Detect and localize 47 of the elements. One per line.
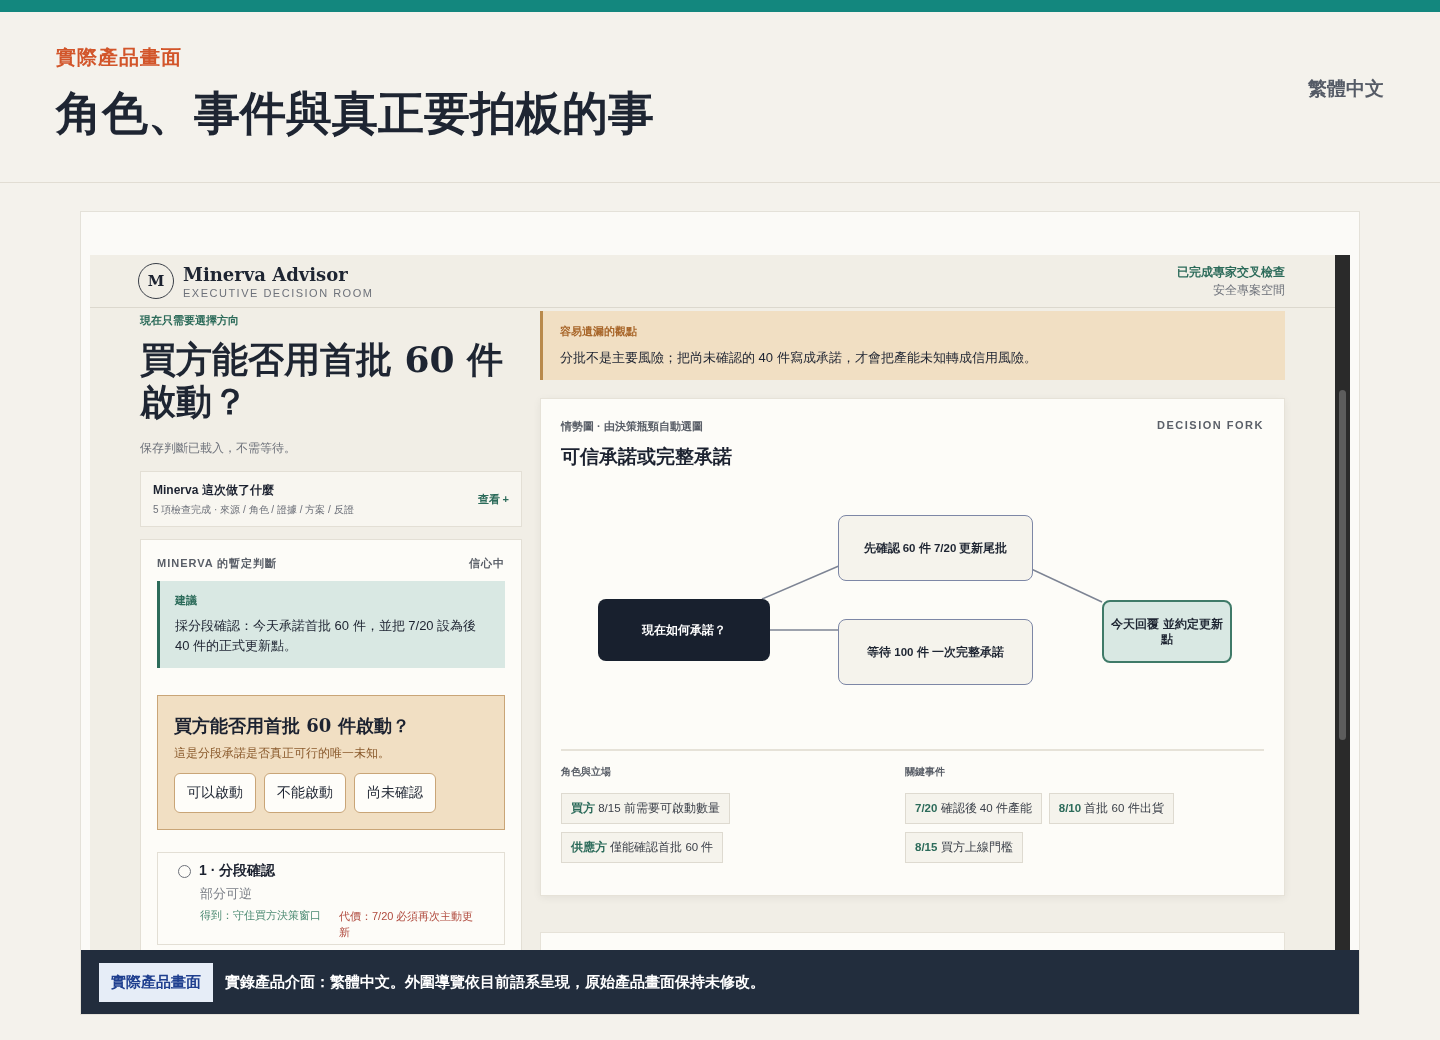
insight-text: 分批不是主要風險；把尚未確認的 40 件寫成承諾，才會把產能未知轉成信用風險。 xyxy=(560,349,1038,367)
caption-text: 實錄產品介面：繁體中文。外圍導覽依目前語系呈現，原始產品畫面保持未修改。 xyxy=(225,972,765,992)
question-node: 現在如何承諾？ xyxy=(598,599,770,661)
events-heading: 關鍵事件 xyxy=(905,765,946,779)
insight-label: 容易遺漏的觀點 xyxy=(560,325,638,339)
answer-button[interactable]: 可以啟動 xyxy=(174,773,256,813)
option-node: 等待 100 件 一次完整承諾 xyxy=(838,619,1033,685)
outcome-node: 今天回覆 並約定更新點 xyxy=(1102,600,1232,663)
connector-line xyxy=(769,629,839,631)
load-note: 保存判斷已載入，不需等待。 xyxy=(140,440,297,457)
role-chip: 買方 8/15 前需要可啟動數量 xyxy=(561,793,730,824)
scrollbar[interactable] xyxy=(1335,255,1350,950)
roles-heading: 角色與立場 xyxy=(561,765,612,779)
answer-button[interactable]: 尚未確認 xyxy=(354,773,436,813)
event-chip: 8/15 買方上線門檻 xyxy=(905,832,1023,863)
workspace-label: 安全專案空間 xyxy=(1213,282,1285,298)
review-status: 已完成專家交叉檢查 xyxy=(1177,264,1285,280)
situation-title: 可信承諾或完整承諾 xyxy=(561,444,733,469)
event-chip: 7/20 確認後 40 件產能 xyxy=(905,793,1042,824)
unknown-question: 買方能否用首批 60 件啟動？ xyxy=(174,714,411,738)
summary-detail: 5 項檢查完成 · 來源 / 角色 / 證據 / 方案 / 反證 xyxy=(153,502,354,517)
cost-text: 代價：7/20 必須再次主動更新 xyxy=(339,909,475,940)
option-node: 先確認 60 件 7/20 更新尾批 xyxy=(838,515,1033,581)
page-eyebrow: 實際產品畫面 xyxy=(56,45,183,70)
decision-question: 買方能否用首批 60 件啟動？ xyxy=(140,338,505,422)
answer-button[interactable]: 不能啟動 xyxy=(264,773,346,813)
unknown-note: 這是分段承諾是否真正可行的唯一未知。 xyxy=(174,746,391,761)
event-chip: 8/10 首批 60 件出貨 xyxy=(1048,793,1174,824)
situation-eyebrow: 情勢圖 · 由決策瓶頸自動選圖 xyxy=(561,419,703,434)
brand-name: Minerva Advisor xyxy=(183,263,349,285)
diagram-type-label: DECISION FORK xyxy=(1157,419,1264,433)
role-chip: 供應方 僅能確認首批 60 件 xyxy=(561,832,724,863)
brand-tagline: EXECUTIVE DECISION ROOM xyxy=(183,286,374,299)
page-title: 角色、事件與真正要拍板的事 xyxy=(56,85,654,142)
caption-badge: 實際產品畫面 xyxy=(99,962,213,1002)
gain-text: 得到：守住買方決策窗口 xyxy=(200,908,321,923)
summary-title: Minerva 這次做了什麼 xyxy=(153,481,275,499)
language-link[interactable]: 繁體中文 xyxy=(1308,76,1384,102)
reversibility-label: 部分可逆 xyxy=(200,885,253,903)
confidence-label: 信心中 xyxy=(469,556,505,571)
option-card[interactable]: 1 · 分段確認 部分可逆 得到：守住買方決策窗口 代價：7/20 必須再次主動更新 xyxy=(157,852,505,945)
option-title: 1 · 分段確認 xyxy=(199,862,276,880)
recommendation-label: 建議 xyxy=(175,593,198,608)
view-link[interactable]: 查看 + xyxy=(477,491,509,507)
judgement-label: MINERVA 的暫定判斷 xyxy=(157,556,278,571)
recommendation-text: 採分段確認：今天承諾首批 60 件，並把 7/20 設為後 40 件的正式更新點。 xyxy=(175,617,478,655)
section-eyebrow: 現在只需要選擇方向 xyxy=(140,313,240,328)
